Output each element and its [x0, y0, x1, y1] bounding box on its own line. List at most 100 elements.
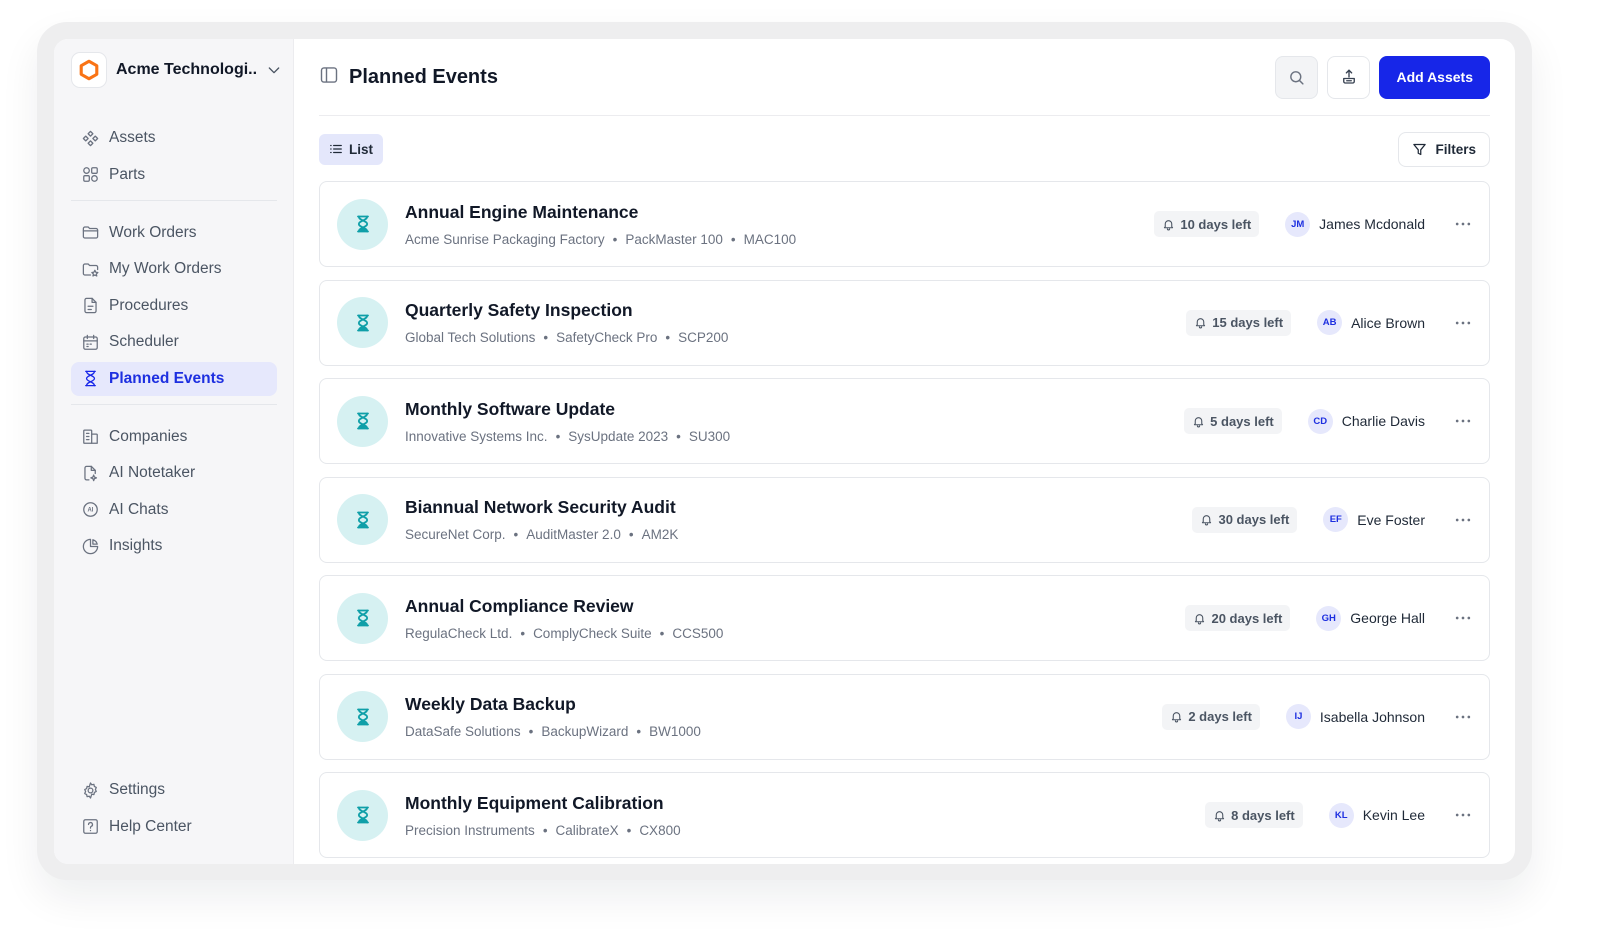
event-meta: Global Tech Solutions • SafetyCheck Pro • SC…	[405, 330, 728, 345]
add-assets-button[interactable]: Add Assets	[1379, 55, 1490, 99]
event-title: Annual Engine Maintenance	[405, 201, 639, 222]
sidebar-item-label: Parts	[109, 165, 146, 183]
event-asset: SafetyCheck Pro	[556, 330, 658, 345]
event-company: Acme Sunrise Packaging Factory	[405, 231, 605, 247]
sidebar-item-label: Help Center	[109, 817, 192, 835]
sidebar-item-settings[interactable]: Settings	[71, 773, 277, 807]
sidebar-nav: Assets Parts Work Orders My Work Orders Proc…	[71, 121, 277, 566]
assignee-name: Eve Foster	[1357, 511, 1425, 528]
event-asset: AuditMaster 2.0	[526, 527, 621, 542]
assignee[interactable]: AB Alice Brown	[1317, 310, 1425, 335]
bell-icon	[1213, 809, 1226, 822]
assignee[interactable]: EF Eve Foster	[1323, 507, 1425, 532]
more-options-icon[interactable]	[1453, 805, 1473, 825]
assignee[interactable]: CD Charlie Davis	[1307, 408, 1425, 434]
sidebar-toggle-icon[interactable]	[319, 65, 339, 90]
app-frame: Acme Technologi... Assets Parts Work Order…	[37, 22, 1532, 880]
folder-icon	[81, 223, 100, 242]
chevron-down-icon[interactable]	[265, 61, 283, 79]
ai-chat-icon: AI	[81, 500, 100, 519]
ai-note-icon	[81, 464, 100, 483]
event-title: Biannual Network Security Audit	[405, 497, 676, 517]
avatar: EF	[1323, 507, 1349, 532]
more-options-icon[interactable]	[1453, 707, 1473, 727]
event-asset-code: AM2K	[641, 527, 679, 542]
planned-event-row[interactable]: Monthly Software Update Innovative System…	[319, 378, 1490, 464]
sidebar-item-parts[interactable]: Parts	[71, 158, 277, 192]
org-switcher[interactable]: Acme Technologi...	[71, 52, 283, 88]
hourglass-icon	[337, 198, 388, 250]
event-title: Annual Compliance Review	[405, 595, 634, 616]
planned-event-row[interactable]: Biannual Network Security Audit SecureNet…	[319, 476, 1490, 563]
view-toolbar: List Filters	[319, 131, 1490, 167]
sidebar-item-ai-notetaker[interactable]: AI Notetaker	[71, 456, 277, 490]
assignee[interactable]: JM James Mcdonald	[1285, 211, 1425, 237]
nav-divider	[71, 199, 277, 201]
sidebar-item-label: AI Chats	[109, 500, 169, 518]
event-asset-code: CX800	[639, 822, 681, 838]
planned-event-row[interactable]: Weekly Data Backup DataSafe Solutions • Bac…	[319, 673, 1490, 760]
document-icon	[81, 296, 100, 315]
event-meta: Acme Sunrise Packaging Factory • PackMaste…	[405, 232, 796, 247]
import-button[interactable]	[1327, 55, 1371, 99]
separator-dot: •	[665, 330, 671, 345]
event-asset-code: BW1000	[649, 724, 701, 739]
more-options-icon[interactable]	[1453, 608, 1473, 628]
help-icon	[81, 817, 100, 836]
avatar: CD	[1307, 408, 1333, 434]
event-asset: PackMaster 100	[625, 231, 723, 247]
bell-icon	[1192, 415, 1205, 428]
sidebar-item-label: Insights	[109, 537, 163, 554]
more-options-icon[interactable]	[1453, 214, 1473, 234]
filters-button[interactable]: Filters	[1398, 131, 1490, 167]
sidebar-item-scheduler[interactable]: Scheduler	[71, 325, 277, 359]
pie-chart-icon	[81, 537, 100, 556]
assignee[interactable]: GH George Hall	[1316, 605, 1425, 631]
event-asset-code: MAC100	[743, 231, 797, 247]
search-button[interactable]	[1275, 55, 1319, 99]
sidebar-item-label: Procedures	[109, 296, 189, 314]
planned-event-row[interactable]: Annual Engine Maintenance Acme Sunrise Pa…	[319, 181, 1490, 267]
svg-text:AI: AI	[88, 508, 94, 514]
sidebar-item-companies[interactable]: Companies	[71, 420, 277, 454]
hourglass-icon	[81, 369, 100, 388]
assignee[interactable]: KL Kevin Lee	[1328, 802, 1425, 828]
topbar: Planned Events Add Assets	[319, 39, 1490, 116]
sidebar-item-insights[interactable]: Insights	[71, 529, 277, 563]
due-badge: 15 days left	[1186, 309, 1292, 336]
avatar: IJ	[1285, 704, 1311, 729]
view-tab-list[interactable]: List	[319, 133, 384, 165]
more-options-icon[interactable]	[1453, 313, 1473, 333]
avatar: AB	[1317, 310, 1343, 335]
due-badge: 5 days left	[1184, 408, 1282, 434]
sidebar-item-procedures[interactable]: Procedures	[71, 289, 277, 323]
sidebar-item-my-work-orders[interactable]: My Work Orders	[71, 252, 277, 286]
bell-icon	[1193, 612, 1206, 625]
bell-icon	[1194, 316, 1207, 329]
due-badge: 8 days left	[1205, 802, 1303, 828]
sidebar-item-label: Work Orders	[109, 223, 197, 241]
sidebar-item-assets[interactable]: Assets	[71, 121, 277, 155]
sidebar-item-planned-events[interactable]: Planned Events	[71, 361, 277, 396]
more-options-icon[interactable]	[1453, 411, 1473, 431]
assignee[interactable]: IJ Isabella Johnson	[1285, 704, 1425, 729]
folder-star-icon	[81, 260, 100, 279]
assignee-name: Isabella Johnson	[1319, 708, 1425, 725]
hourglass-icon	[337, 789, 388, 841]
assignee-name: Kevin Lee	[1362, 807, 1425, 823]
more-options-icon[interactable]	[1453, 510, 1473, 530]
event-asset-code: SCP200	[678, 330, 729, 345]
planned-event-row[interactable]: Quarterly Safety Inspection Global Tech S…	[319, 279, 1490, 366]
separator-dot: •	[520, 625, 526, 641]
sidebar-item-ai-chats[interactable]: AI AI Chats	[71, 493, 277, 527]
gear-icon	[81, 781, 100, 800]
separator-dot: •	[659, 625, 665, 641]
sidebar: Acme Technologi... Assets Parts Work Order…	[54, 39, 294, 864]
due-text: 8 days left	[1231, 807, 1295, 823]
sidebar-item-help-center[interactable]: Help Center	[71, 810, 277, 844]
building-icon	[81, 427, 100, 446]
list-icon	[330, 144, 342, 154]
sidebar-item-work-orders[interactable]: Work Orders	[71, 216, 277, 250]
planned-event-row[interactable]: Monthly Equipment Calibration Precision I…	[319, 772, 1490, 858]
planned-event-row[interactable]: Annual Compliance Review RegulaCheck Ltd.…	[319, 575, 1490, 661]
